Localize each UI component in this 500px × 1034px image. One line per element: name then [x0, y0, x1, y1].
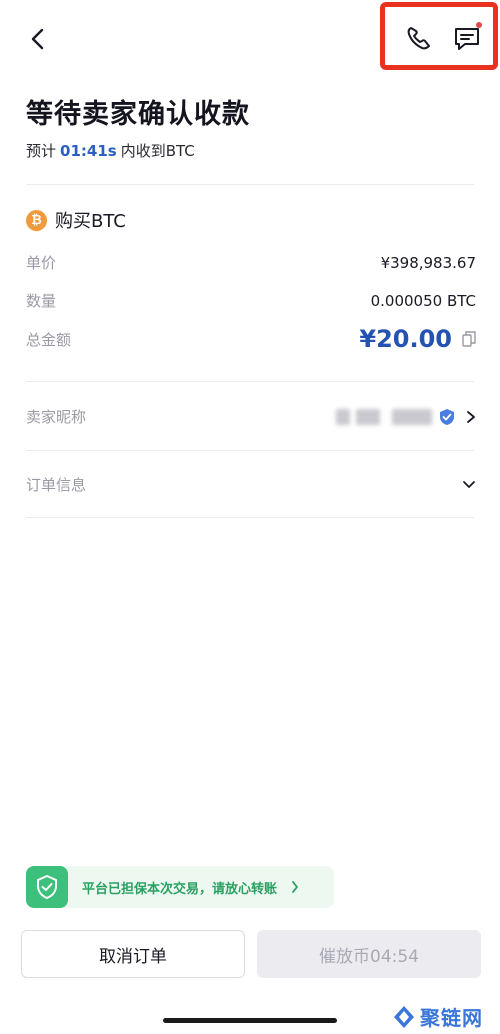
eta-suffix: 内收到BTC — [120, 142, 195, 160]
chevron-right-icon — [292, 881, 298, 893]
eta-prefix: 预计 — [26, 142, 57, 160]
total-value: ¥20.00 — [359, 325, 452, 353]
home-indicator — [163, 1018, 337, 1023]
notification-dot — [476, 22, 482, 28]
quantity-row: 数量 0.000050 BTC — [26, 290, 476, 311]
cancel-order-button[interactable]: 取消订单 — [21, 930, 245, 978]
divider — [26, 184, 474, 185]
buy-label: 购买BTC — [55, 211, 126, 232]
chevron-left-icon[interactable] — [26, 24, 50, 54]
eta-text: 预计 01:41s 内收到BTC — [26, 140, 195, 161]
urge-release-button[interactable]: 催放币04:54 — [257, 930, 481, 978]
total-amount: ¥20.00 — [359, 325, 476, 353]
verified-badge-icon — [440, 408, 454, 425]
watermark-logo-icon — [394, 1005, 414, 1028]
price-row: 单价 ¥398,983.67 — [26, 252, 476, 273]
total-row: 总金额 ¥20.00 — [26, 325, 476, 353]
seller-name-redacted — [336, 408, 350, 425]
top-bar — [0, 0, 500, 75]
guarantee-banner[interactable]: 平台已担保本次交易，请放心转账 — [26, 866, 334, 908]
watermark: 聚链网 — [392, 1002, 483, 1031]
shield-icon — [26, 866, 68, 908]
order-info-row[interactable]: 订单信息 — [26, 474, 476, 495]
divider — [26, 517, 474, 518]
quantity-label: 数量 — [26, 292, 57, 310]
page-title: 等待卖家确认收款 — [26, 99, 250, 130]
bitcoin-icon: ₿ — [26, 209, 47, 231]
order-info-label: 订单信息 — [26, 476, 87, 494]
eta-countdown: 01:41s — [60, 142, 117, 160]
seller-row[interactable]: 卖家昵称 — [26, 406, 476, 427]
price-label: 单价 — [26, 254, 57, 272]
total-label: 总金额 — [26, 330, 72, 349]
seller-label: 卖家昵称 — [26, 408, 87, 426]
seller-value — [336, 408, 476, 426]
quantity-value: 0.000050 BTC — [370, 291, 476, 310]
guarantee-text: 平台已担保本次交易，请放心转账 — [82, 881, 278, 897]
buy-header: ₿ 购买BTC — [26, 208, 126, 232]
divider — [26, 381, 474, 382]
price-value: ¥398,983.67 — [380, 253, 476, 272]
seller-name-redacted — [392, 408, 432, 425]
copy-icon[interactable] — [462, 331, 476, 347]
watermark-text: 聚链网 — [420, 1006, 483, 1030]
chat-icon[interactable] — [452, 24, 482, 52]
phone-icon[interactable] — [405, 24, 433, 52]
seller-name-redacted — [356, 408, 380, 425]
chevron-right-icon — [467, 410, 475, 423]
divider — [26, 450, 474, 451]
chevron-down-icon[interactable] — [462, 480, 476, 490]
